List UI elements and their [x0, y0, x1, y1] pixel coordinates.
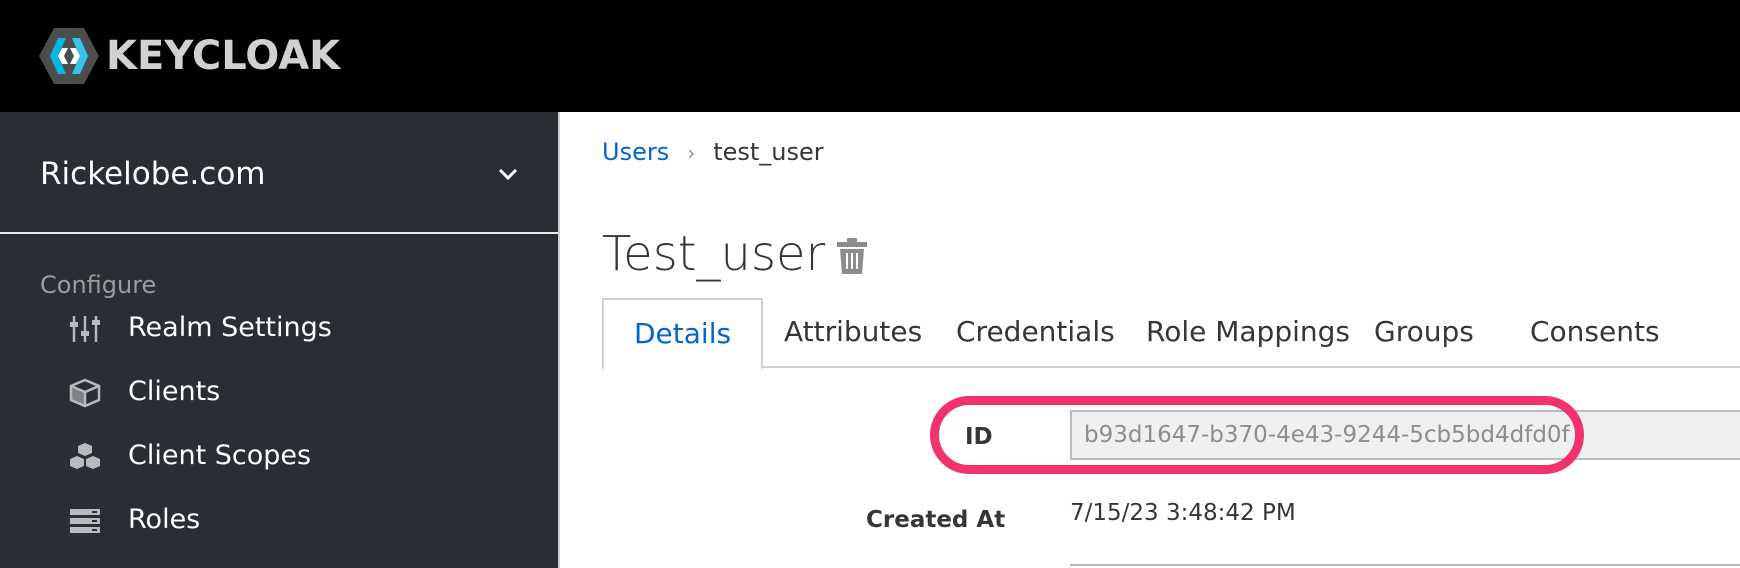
cube-icon — [69, 378, 101, 408]
created-at-label: Created At — [866, 507, 1006, 533]
brand-logo[interactable]: KEYCLOAK — [38, 26, 340, 86]
brand-name: KEYCLOAK — [106, 33, 341, 79]
sidebar-item-label: Client Scopes — [128, 440, 312, 471]
sidebar-item-clients[interactable]: Clients — [0, 364, 558, 420]
server-icon — [70, 509, 100, 533]
chevron-down-icon — [498, 168, 518, 181]
next-field-border — [1070, 564, 1740, 566]
sidebar-item-roles[interactable]: Roles — [0, 492, 558, 548]
main-content: Users › test_user Test_user Details Attrib… — [558, 112, 1740, 568]
keycloak-logo-icon — [39, 28, 99, 84]
masthead: KEYCLOAK — [0, 0, 1740, 112]
sliders-icon — [70, 316, 100, 342]
sidebar-item-label: Clients — [128, 376, 221, 407]
tab-consents[interactable]: Consents — [1500, 298, 1690, 368]
sidebar-item-label: Realm Settings — [128, 312, 332, 343]
realm-name: Rickelobe.com — [40, 156, 266, 192]
sidebar-item-label: Roles — [128, 504, 201, 535]
id-field[interactable]: b93d1647-b370-4e43-9244-5cb5bd4dfd0f — [1070, 410, 1740, 460]
breadcrumb: Users › test_user — [602, 136, 824, 169]
page-title: Test_user — [602, 226, 826, 282]
cubes-icon — [70, 443, 100, 469]
created-at-value: 7/15/23 3:48:42 PM — [1070, 500, 1296, 526]
section-label-configure: Configure — [40, 271, 157, 299]
breadcrumb-users-link[interactable]: Users — [602, 138, 669, 166]
trash-icon[interactable] — [836, 236, 868, 276]
tab-details[interactable]: Details — [602, 298, 764, 370]
user-tabs: Details Attributes Credentials Role Mapp… — [602, 298, 1740, 370]
sidebar: Rickelobe.com Configure Realm Settings C… — [0, 112, 558, 568]
id-label: ID — [965, 424, 993, 450]
breadcrumb-separator: › — [687, 141, 696, 165]
sidebar-item-realm-settings[interactable]: Realm Settings — [0, 300, 558, 356]
tab-attributes[interactable]: Attributes — [754, 298, 952, 368]
breadcrumb-current: test_user — [713, 138, 824, 166]
tab-groups[interactable]: Groups — [1344, 298, 1504, 368]
tab-role-mappings[interactable]: Role Mappings — [1116, 298, 1380, 368]
realm-selector[interactable]: Rickelobe.com — [0, 112, 558, 234]
sidebar-item-client-scopes[interactable]: Client Scopes — [0, 428, 558, 484]
tab-credentials[interactable]: Credentials — [926, 298, 1145, 368]
